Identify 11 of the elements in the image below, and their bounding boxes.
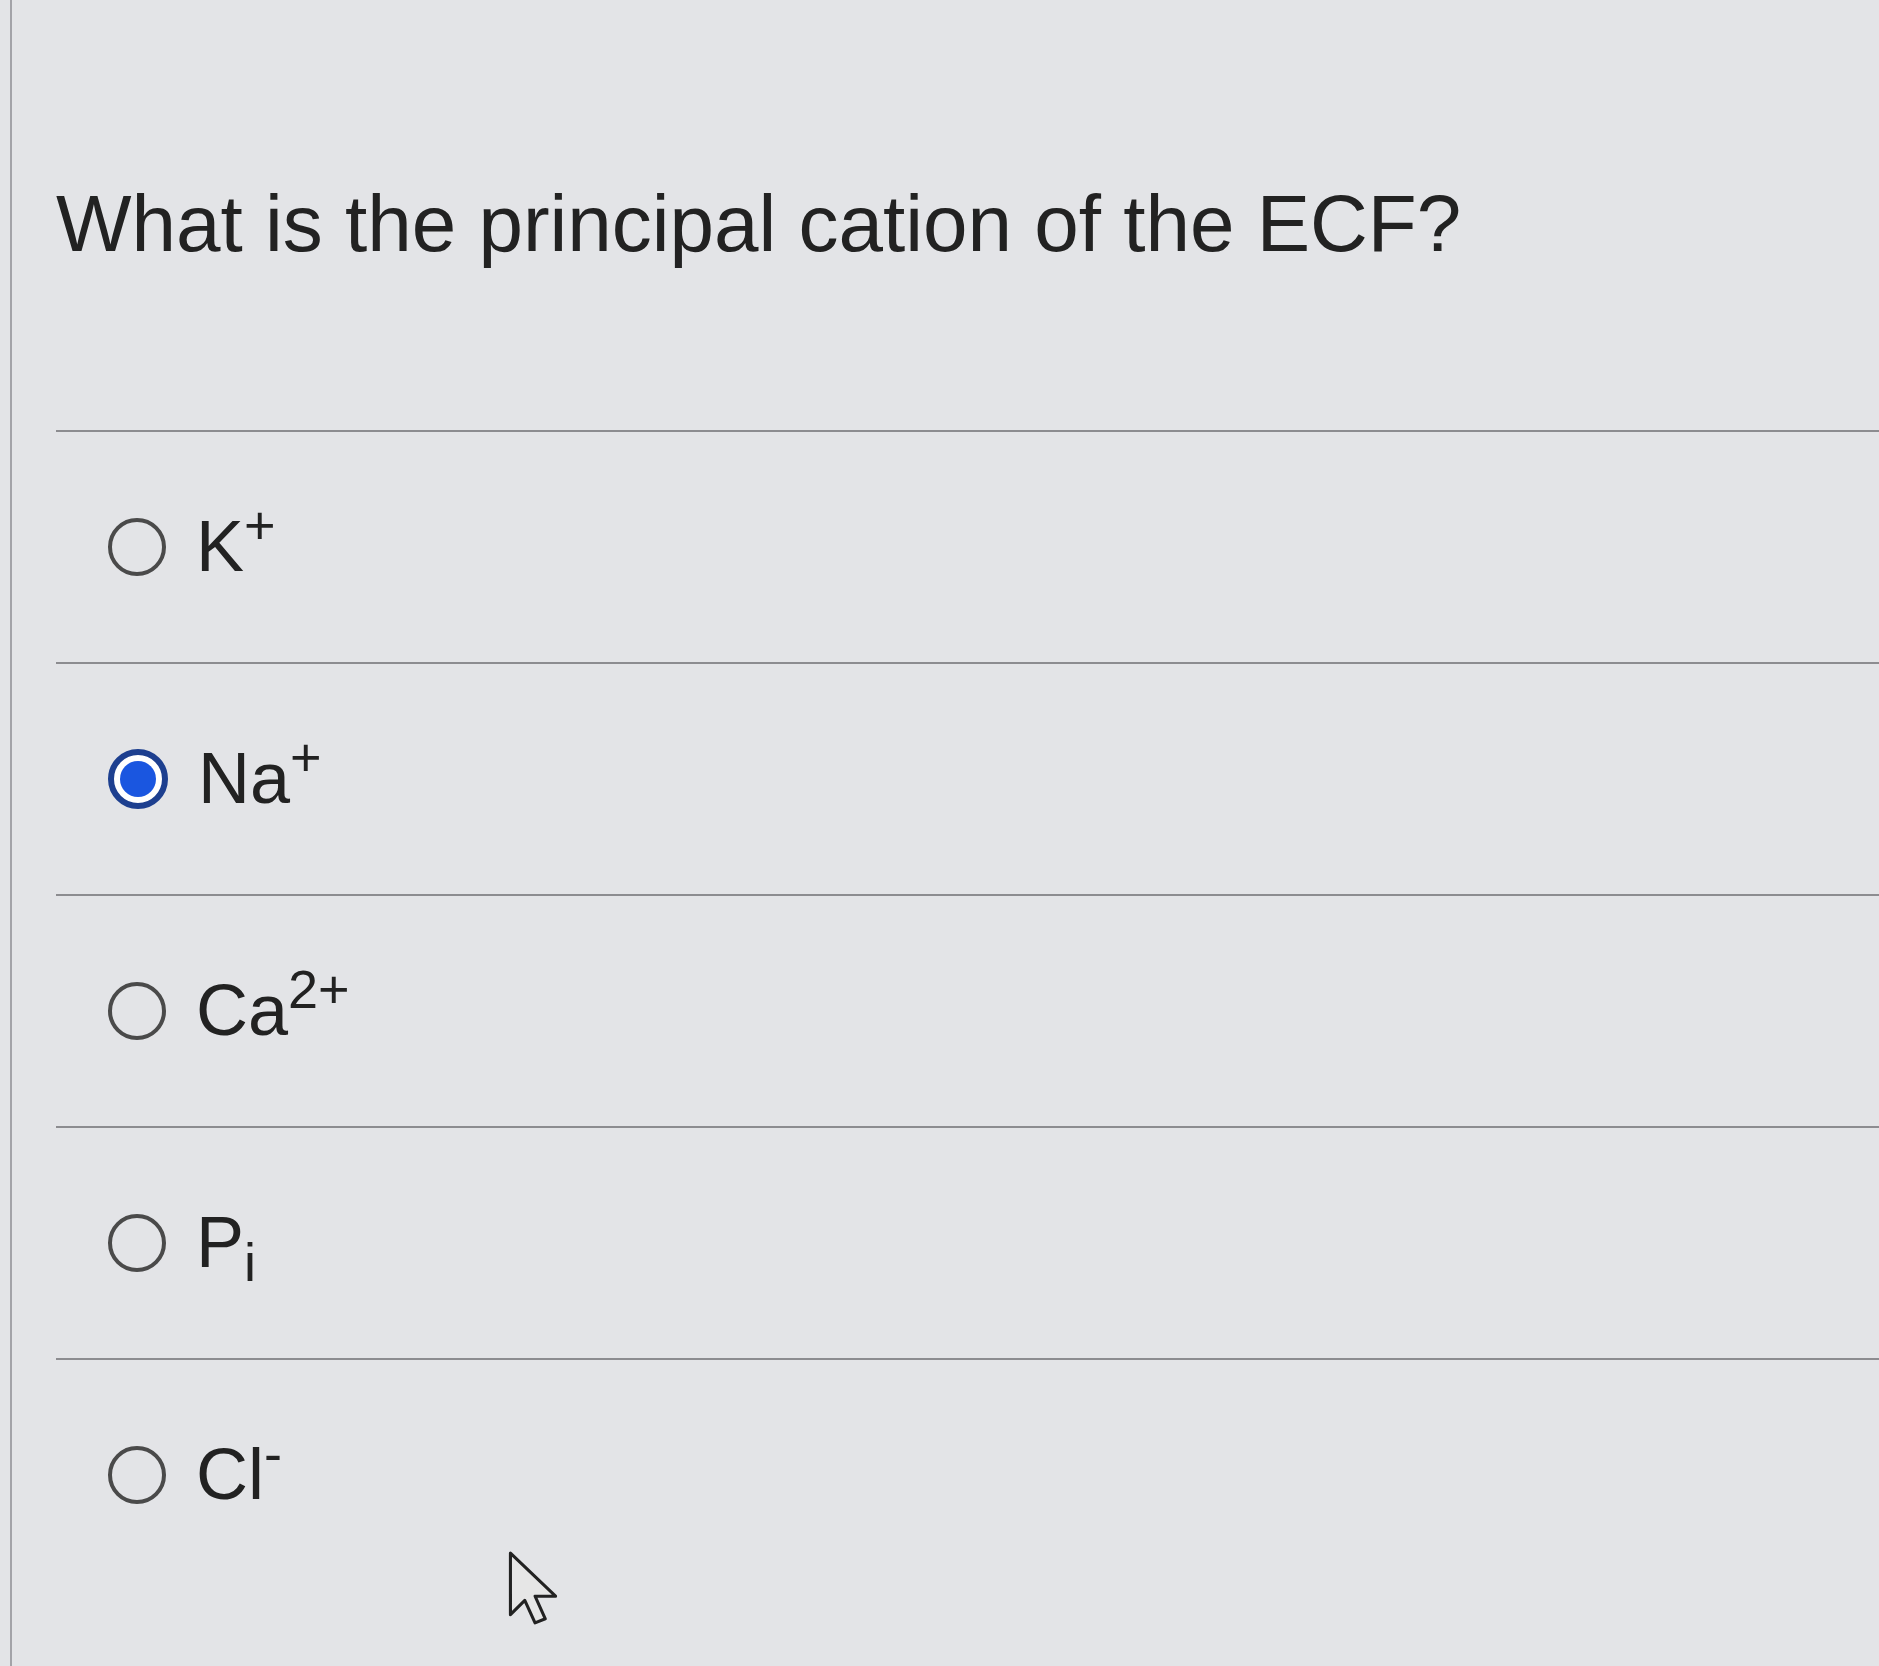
question-text: What is the principal cation of the ECF? (56, 178, 1462, 270)
radio-button[interactable] (108, 1214, 166, 1272)
radio-button[interactable] (108, 518, 166, 576)
option-label: Cl$^{-}$ (196, 1428, 282, 1517)
option-label: P$_{i}$ (196, 1201, 257, 1290)
option-label: Na$^{+}$ (198, 732, 322, 821)
option-label: Ca$^{2+}$ (196, 964, 350, 1053)
option-label: K$^{+}$ (196, 500, 276, 589)
radio-button[interactable] (108, 749, 168, 809)
radio-button[interactable] (108, 1446, 166, 1504)
radio-button[interactable] (108, 982, 166, 1040)
